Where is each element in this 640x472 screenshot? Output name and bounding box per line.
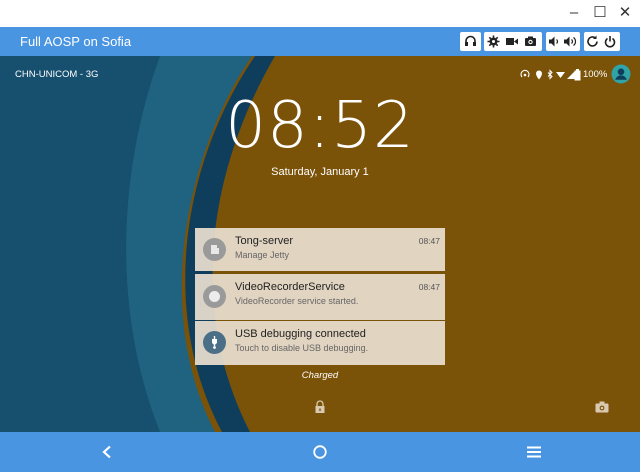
settings-icon[interactable] [487, 35, 500, 48]
menu-icon[interactable] [526, 445, 542, 459]
status-bar: CHN-UNICOM - 3G 100% [0, 56, 640, 92]
system-button-group [584, 32, 620, 51]
notification-subtitle: VideoRecorder service started. [235, 296, 359, 306]
notification-usb-debugging[interactable]: USB debugging connected Touch to disable… [195, 321, 445, 365]
notification-videorecorder[interactable]: VideoRecorderService VideoRecorder servi… [195, 274, 445, 320]
emulator-window: – ☐ ✕ Full AOSP on Sofia CHN-UNICOM - 3G… [0, 0, 640, 472]
wifi-icon [556, 72, 565, 78]
back-icon[interactable] [101, 445, 113, 459]
headset-button[interactable] [460, 32, 481, 51]
status-icons [520, 69, 575, 80]
close-icon[interactable]: ✕ [614, 3, 636, 23]
volume-down-icon[interactable] [549, 36, 559, 47]
usb-icon [203, 331, 226, 354]
device-screen: CHN-UNICOM - 3G 100% 08:52 Saturday, Jan… [0, 56, 640, 432]
camera-shortcut-icon[interactable] [595, 401, 609, 413]
video-camera-icon[interactable] [506, 38, 518, 45]
camera-icon[interactable] [525, 36, 536, 47]
battery-level: 100% [583, 69, 608, 80]
app-header: Full AOSP on Sofia [0, 27, 640, 56]
notification-time: 08:47 [418, 236, 440, 246]
bluetooth-icon [547, 69, 553, 80]
notification-tong-server[interactable]: Tong-server Manage Jetty 08:47 [195, 228, 445, 271]
rotate-icon[interactable] [587, 35, 598, 47]
media-button-group [484, 32, 542, 51]
lock-icon[interactable] [314, 400, 326, 414]
minimize-icon[interactable]: – [563, 3, 585, 23]
volume-button-group [546, 32, 580, 51]
notification-title: USB debugging connected [235, 328, 366, 340]
notification-subtitle: Manage Jetty [235, 250, 290, 260]
notification-title: VideoRecorderService [235, 281, 345, 293]
carrier-label: CHN-UNICOM - 3G [15, 69, 99, 80]
home-icon[interactable] [312, 444, 328, 460]
user-avatar-icon[interactable] [611, 64, 631, 84]
lockscreen-clock: 08:52 [225, 89, 415, 163]
window-title: Full AOSP on Sofia [20, 34, 132, 49]
battery-icon [574, 69, 581, 81]
navigation-bar [0, 432, 640, 472]
notification-title: Tong-server [235, 235, 294, 247]
circle-icon [203, 285, 226, 308]
location-icon [536, 70, 542, 80]
maximize-icon[interactable]: ☐ [589, 3, 611, 23]
power-icon[interactable] [604, 36, 616, 48]
notification-time: 08:47 [418, 282, 440, 292]
notification-subtitle: Touch to disable USB debugging. [235, 343, 369, 353]
hotspot-icon [520, 69, 530, 78]
window-titlebar: – ☐ ✕ [0, 0, 640, 27]
headset-icon [465, 35, 476, 46]
lockscreen-date: Saturday, January 1 [271, 166, 369, 178]
tong-server-icon [203, 238, 226, 261]
charge-status: Charged [301, 370, 339, 381]
volume-up-icon[interactable] [564, 36, 577, 47]
